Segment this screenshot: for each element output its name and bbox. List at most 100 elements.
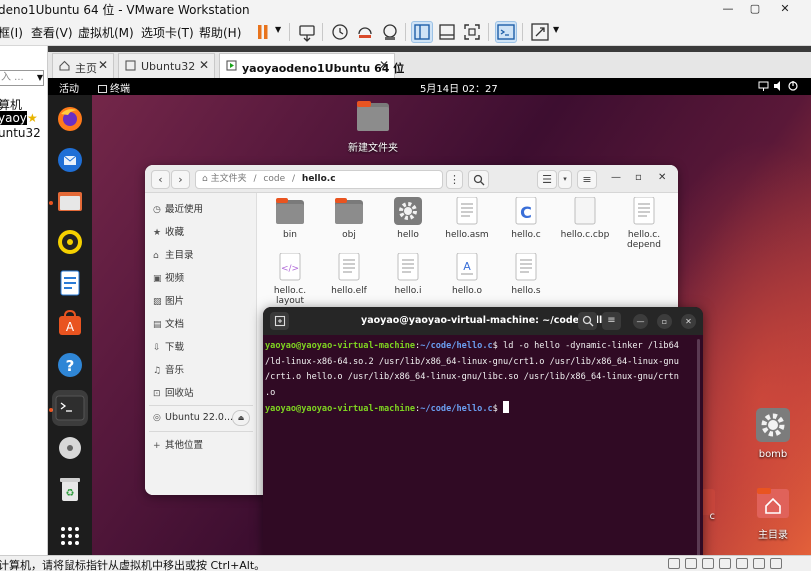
file-item[interactable]: hello.s [498,252,554,296]
activities-button[interactable]: 活动 [59,80,79,95]
sidebar-item-music[interactable]: ♫ 音乐 [153,362,184,376]
sidebar-item-trash[interactable]: ⊡ 回收站 [153,385,194,399]
file-item[interactable]: </> hello.c. layout [262,252,318,306]
terminal-scrollbar[interactable] [697,339,700,555]
terminal-search-button[interactable] [578,312,597,330]
desktop-home[interactable]: 主目录 [748,486,798,541]
send-keys-icon[interactable] [296,21,318,43]
file-item[interactable]: hello.c.cbp [557,196,613,240]
maximize-icon[interactable]: ▫ [635,172,642,183]
guest-screen[interactable]: 活动 终端 5月14日 02：27 A ? ♻ 新建文件夹 bomb 主目录 c… [48,78,811,555]
breadcrumb-code[interactable]: code [263,174,285,184]
sidebar-toggle-icon[interactable] [411,21,433,43]
library-item-ubuntu32[interactable]: untu32 [0,126,41,140]
thumbnail-bar-icon[interactable] [436,21,458,43]
breadcrumb-home[interactable]: 主文件夹 [211,174,247,184]
sidebar-item-ubuntu-disc[interactable]: ◎ Ubuntu 22.0... [153,412,233,423]
sidebar-item-downloads[interactable]: ⇩ 下载 [153,339,184,353]
help-icon[interactable]: ? [55,350,85,380]
eject-icon[interactable]: ⏏ [232,410,250,426]
device-icons[interactable] [668,558,787,571]
firefox-icon[interactable] [55,104,85,134]
desktop-bomb[interactable]: bomb [748,407,798,460]
file-item[interactable]: bin [262,197,318,240]
trash-dock-icon[interactable]: ♻ [55,474,85,504]
minimize-icon[interactable]: — [611,172,621,183]
writer-icon[interactable] [55,268,85,298]
back-button[interactable]: ‹ [151,170,170,189]
hamburger-menu-button[interactable]: ≡ [577,170,597,189]
sidebar-item-starred[interactable]: ★ 收藏 [153,224,184,238]
pause-icon[interactable] [252,21,274,43]
file-item[interactable]: hello [380,197,436,240]
terminal-dock-icon[interactable] [52,390,88,426]
menu-vm[interactable]: 虚拟机(M) [78,24,134,41]
console-view-icon[interactable] [495,21,517,43]
fullscreen-icon[interactable] [461,21,483,43]
chevron-down-icon[interactable]: ▼ [553,25,559,34]
tab-ubuntu32[interactable]: Ubuntu32 ✕ [118,53,215,78]
system-tray[interactable] [757,79,803,96]
terminal-output[interactable]: yaoyao@yaoyao-virtual-machine:~/code/hel… [265,339,695,418]
desktop-folder-new[interactable]: 新建文件夹 [338,99,408,154]
close-icon[interactable]: ✕ [199,58,209,72]
close-icon[interactable]: ✕ [681,314,696,329]
file-item[interactable]: hello.elf [321,252,377,296]
sidebar-item-recent[interactable]: ◷ 最近使用 [153,201,203,215]
revert-snapshot-icon[interactable] [354,21,376,43]
sidebar-item-videos[interactable]: ▣ 视频 [153,270,184,284]
path-bar[interactable]: ⌂ 主文件夹 / code / hello.c [195,170,443,189]
chevron-down-icon[interactable]: ▼ [275,25,281,34]
sidebar-item-home[interactable]: ⌂ 主目录 [153,247,194,261]
sidebar-item-other-locations[interactable]: + 其他位置 [153,437,203,451]
file-item[interactable]: hello.c. depend [616,196,672,250]
search-button[interactable] [468,170,489,189]
clock[interactable]: 5月14日 02：27 [420,80,498,95]
close-icon[interactable]: ✕ [98,58,108,72]
menu-help[interactable]: 帮助(H) [199,24,241,41]
file-item[interactable]: hello.i [380,252,436,296]
close-button[interactable]: ✕ [772,0,798,18]
tab-home[interactable]: 主页 ✕ [52,53,114,78]
menu-icon: ≡ [582,173,592,186]
app-center-icon[interactable]: A [55,309,85,339]
new-tab-button[interactable] [270,312,289,330]
stretch-icon[interactable] [529,21,551,43]
maximize-button[interactable]: ▢ [742,0,768,18]
file-item[interactable]: C hello.c [498,196,554,240]
file-item[interactable]: hello.asm [439,196,495,240]
library-item-selected-vm[interactable]: yaoy [0,111,27,125]
menu-view[interactable]: 查看(V) [31,24,73,41]
view-options-button[interactable]: ▾ [558,170,572,189]
library-search-input[interactable]: 入 ... ▼ [0,70,44,86]
cdrom-icon[interactable] [55,433,85,463]
snapshot-icon[interactable] [329,21,351,43]
rhythmbox-icon[interactable] [55,227,85,257]
minimize-button[interactable]: — [715,0,741,18]
tab-active-vm[interactable]: yaoyaodeno1Ubuntu 64 位 ✕ [219,53,404,78]
app-menu[interactable]: 终端 [98,80,130,95]
terminal-window[interactable]: yaoyao@yaoyao-virtual-machine: ~/code/he… [263,307,703,555]
forward-button[interactable]: › [171,170,190,189]
maximize-icon[interactable]: ▫ [657,314,672,329]
sidebar-item-pictures[interactable]: ▨ 图片 [153,293,184,307]
menu-file[interactable]: 框(I) [0,24,23,41]
file-item[interactable]: obj [321,197,377,240]
minimize-icon[interactable]: — [633,314,648,329]
view-list-button[interactable]: ☰ [537,170,557,189]
terminal-menu-button[interactable]: ≡ [602,312,621,330]
file-item[interactable]: A hello.o [439,252,495,296]
terminal-line: yaoyao@yaoyao-virtual-machine:~/code/hel… [265,341,679,351]
breadcrumb-current[interactable]: hello.c [302,174,336,184]
path-menu-button[interactable]: ⋮ [446,170,463,189]
show-apps-icon[interactable] [55,521,85,551]
close-icon[interactable]: ✕ [379,58,389,72]
snapshot-manager-icon[interactable] [379,21,401,43]
thunderbird-icon[interactable] [55,145,85,175]
close-icon[interactable]: ✕ [658,172,666,183]
image-icon: ▨ [153,297,162,307]
sidebar-item-documents[interactable]: ▤ 文档 [153,316,184,330]
menu-tabs[interactable]: 选项卡(T) [141,24,194,41]
chevron-down-icon[interactable]: ▼ [37,71,43,85]
files-icon[interactable] [55,186,85,216]
